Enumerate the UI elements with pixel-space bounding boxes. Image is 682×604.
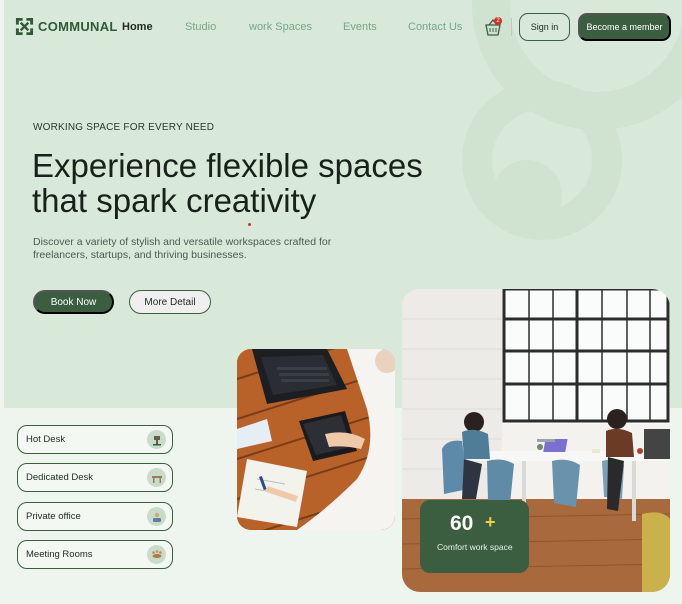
cart-count-badge: 2 xyxy=(494,17,502,25)
stat-label: Comfort work space xyxy=(437,542,513,552)
nav-divider xyxy=(511,18,512,36)
hero-eyebrow: WORKING SPACE FOR EVERY NEED xyxy=(33,122,215,133)
category-private-office[interactable]: Private office xyxy=(17,502,173,531)
logo-mark-icon xyxy=(15,17,34,36)
more-detail-button[interactable]: More Detail xyxy=(129,290,211,314)
category-dedicated-desk[interactable]: Dedicated Desk xyxy=(17,463,173,492)
hero-description: Discover a variety of stylish and versat… xyxy=(33,236,332,261)
category-meeting-rooms[interactable]: Meeting Rooms xyxy=(17,540,173,569)
nav-link-events[interactable]: Events xyxy=(343,21,377,33)
category-label: Dedicated Desk xyxy=(26,472,94,483)
meeting-icon xyxy=(147,545,166,564)
category-label: Private office xyxy=(26,511,81,522)
hero-headline: Experience flexible spaces that spark cr… xyxy=(32,148,462,218)
sign-in-button[interactable]: Sign in xyxy=(519,13,570,41)
become-member-button[interactable]: Become a member xyxy=(578,13,671,41)
comfort-workspace-stat-card: 60 + Comfort work space xyxy=(420,500,529,573)
decorative-circle xyxy=(492,160,562,230)
brand-name: COMMUNAL xyxy=(38,19,118,34)
desk-icon xyxy=(147,468,166,487)
stat-plus: + xyxy=(485,512,496,532)
office-icon xyxy=(147,507,166,526)
person-working-on-laptop-photo xyxy=(237,349,395,530)
headline-line-1: Experience flexible spaces xyxy=(32,147,423,184)
book-now-button[interactable]: Book Now xyxy=(33,290,114,314)
nav-link-home[interactable]: Home xyxy=(122,21,153,33)
nav-link-work-spaces[interactable]: work Spaces xyxy=(249,21,312,33)
category-label: Hot Desk xyxy=(26,434,66,445)
top-navigation: COMMUNAL Home Studio work Spaces Events … xyxy=(0,0,682,54)
headline-line-2: that spark creativity xyxy=(32,182,317,219)
brand-logo[interactable]: COMMUNAL xyxy=(15,17,118,36)
page: COMMUNAL Home Studio work Spaces Events … xyxy=(0,0,682,604)
category-hot-desk[interactable]: Hot Desk xyxy=(17,425,173,454)
desk-lamp-icon xyxy=(147,430,166,449)
cursor-dot xyxy=(248,223,251,226)
category-label: Meeting Rooms xyxy=(26,549,93,560)
nav-link-contact-us[interactable]: Contact Us xyxy=(408,21,462,33)
laptop-photo-illustration xyxy=(237,349,395,530)
stat-number: 60 xyxy=(450,512,474,535)
nav-link-studio[interactable]: Studio xyxy=(185,21,216,33)
